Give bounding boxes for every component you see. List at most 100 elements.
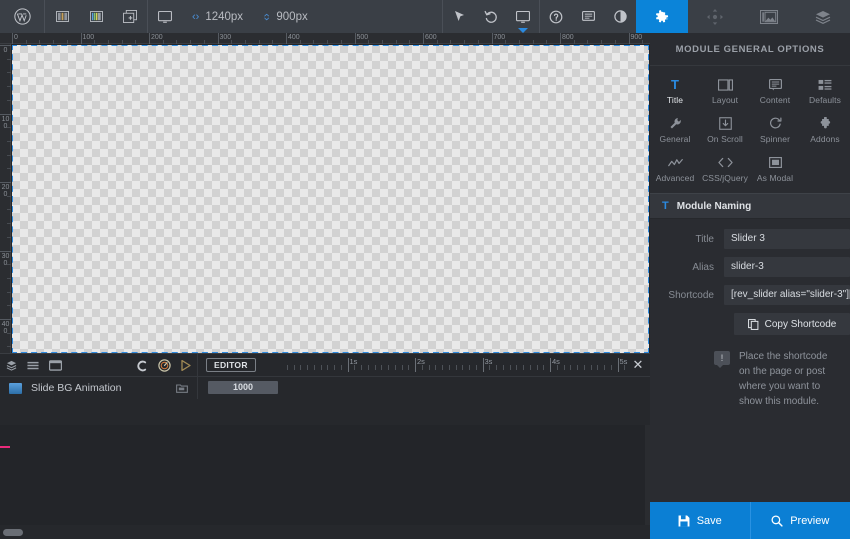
title-input[interactable]: Slider 3 — [724, 229, 850, 249]
tab-content[interactable]: Content — [750, 72, 800, 111]
shortcode-input[interactable]: [rev_slider alias="slider-3"][/r — [724, 285, 850, 305]
module-settings-icon[interactable] — [636, 0, 688, 33]
cursor-tool-icon[interactable] — [443, 0, 475, 33]
close-icon[interactable]: ✕ — [630, 357, 646, 373]
layer-thumbnail-icon — [9, 382, 22, 394]
copy-shortcode-button[interactable]: Copy Shortcode — [734, 313, 850, 335]
panel-tabs: T Title Layout Content Defaults General On Scr… — [650, 66, 850, 193]
layer-info[interactable]: Slide BG Animation — [0, 377, 198, 399]
timeline-minor-tick — [590, 365, 592, 370]
save-label: Save — [696, 514, 722, 527]
ruler-minor-tick — [368, 40, 370, 44]
ruler-minor-tick — [601, 40, 603, 44]
play-icon[interactable] — [175, 354, 197, 377]
viewport-height[interactable]: ‹› 900px — [253, 0, 318, 33]
horizontal-ruler[interactable]: 0 100 200 300 400 500 600 700 800 900 — [0, 33, 650, 44]
tab-on-scroll[interactable]: On Scroll — [700, 111, 750, 150]
ruler-minor-tick — [614, 40, 616, 44]
playhead-marker — [0, 446, 10, 448]
ruler-minor-tick — [7, 223, 11, 225]
tab-addons[interactable]: Addons — [800, 111, 850, 150]
ruler-tick — [0, 45, 11, 46]
add-slide-icon[interactable] — [113, 0, 147, 33]
tab-spinner[interactable]: Spinner — [750, 111, 800, 150]
navigation-icon[interactable] — [688, 0, 742, 33]
tab-defaults[interactable]: Defaults — [800, 72, 850, 111]
revslider-editor: ‹› 1240px ‹› 900px 0 100 200 300 400 500… — [0, 0, 850, 539]
tab-label: Addons — [810, 134, 840, 144]
ruler-minor-tick — [477, 40, 479, 44]
folder-icon[interactable] — [176, 383, 188, 393]
ruler-minor-tick — [7, 305, 11, 307]
ruler-label: 600 — [425, 34, 437, 41]
ruler-minor-tick — [7, 72, 11, 74]
undo-icon[interactable] — [475, 0, 507, 33]
ruler-minor-tick — [381, 40, 383, 44]
vertical-ruler[interactable]: 0 100 200 300 400 — [0, 44, 11, 353]
slide-settings-icon[interactable] — [742, 0, 796, 33]
alias-input[interactable]: slider-3 — [724, 257, 850, 277]
tab-advanced[interactable]: Advanced — [650, 150, 700, 189]
save-button[interactable]: Save — [650, 502, 750, 539]
tab-title[interactable]: T Title — [650, 72, 700, 111]
ruler-minor-tick — [7, 346, 11, 348]
top-toolbar: ‹› 1240px ‹› 900px — [0, 0, 850, 33]
timeline-minor-tick — [428, 365, 430, 370]
viewport-device[interactable] — [148, 0, 182, 33]
timeline-minor-tick — [388, 365, 389, 370]
timeline-minor-tick — [556, 365, 558, 370]
ruler-minor-tick — [7, 154, 11, 156]
ruler-minor-tick — [450, 40, 452, 44]
layers-icon[interactable] — [796, 0, 850, 33]
speed-icon[interactable] — [153, 354, 175, 377]
panel-title: MODULE GENERAL OPTIONS — [650, 33, 850, 66]
loop-icon[interactable] — [131, 354, 153, 377]
timeline-minor-tick — [597, 365, 599, 370]
ruler-tick — [0, 182, 11, 183]
viewport-width-value: 1240px — [205, 10, 244, 23]
layer-track[interactable]: 1000 — [198, 377, 650, 399]
tab-label: As Modal — [756, 173, 794, 183]
timeline-ruler[interactable]: 1s 2s 3s 4s 5s — [270, 354, 628, 377]
viewport-width[interactable]: ‹› 1240px — [182, 0, 253, 33]
timeline-minor-tick — [496, 365, 497, 370]
tab-css-jquery[interactable]: CSS/jQuery — [700, 150, 750, 189]
tab-label: Spinner — [760, 134, 790, 144]
slide-canvas[interactable] — [12, 45, 649, 353]
notes-icon[interactable] — [572, 0, 604, 33]
copy-shortcode-row: Copy Shortcode — [650, 313, 850, 335]
ruler-tick — [0, 250, 11, 252]
timeline-frame-icon[interactable] — [44, 354, 66, 377]
timeline-layers-icon[interactable] — [0, 354, 22, 377]
horizontal-scrollbar[interactable] — [0, 525, 650, 539]
layer-duration-bar[interactable]: 1000 — [208, 381, 278, 394]
ruler-tick — [0, 319, 11, 320]
module-naming-section-header[interactable]: T Module Naming — [650, 193, 850, 219]
timeline-minor-tick — [529, 365, 531, 370]
tab-as-modal[interactable]: As Modal — [750, 150, 800, 189]
horizontal-scrollbar-thumb[interactable] — [3, 529, 23, 536]
slides-list-icon[interactable] — [79, 0, 113, 33]
preview-button[interactable]: Preview — [750, 502, 850, 539]
ruler-minor-tick — [244, 40, 246, 44]
contrast-icon[interactable] — [604, 0, 636, 33]
preview-device-icon[interactable] — [507, 0, 539, 33]
tab-layout[interactable]: Layout — [700, 72, 750, 111]
timeline-minor-tick — [469, 365, 470, 370]
timeline-minor-tick — [516, 365, 518, 370]
slide-canvas-stage: 0 100 200 300 400 500 600 700 800 900 0 100 200 300 4… — [0, 33, 650, 353]
timeline-list-icon[interactable] — [22, 354, 44, 377]
timeline-minor-tick — [354, 365, 356, 370]
wrench-icon — [669, 116, 682, 131]
timeline-label: 5s — [619, 357, 628, 366]
slider-overview-icon[interactable] — [45, 0, 79, 33]
section-label: Module Naming — [676, 200, 752, 212]
wordpress-logo[interactable] — [0, 0, 44, 33]
help-icon[interactable] — [540, 0, 572, 33]
ruler-minor-tick — [573, 40, 575, 44]
editor-mode-chip[interactable]: EDITOR — [206, 358, 256, 372]
timeline-minor-tick — [401, 365, 403, 370]
tab-general[interactable]: General — [650, 111, 700, 150]
tab-label: Defaults — [809, 95, 841, 105]
modal-icon — [768, 155, 782, 170]
